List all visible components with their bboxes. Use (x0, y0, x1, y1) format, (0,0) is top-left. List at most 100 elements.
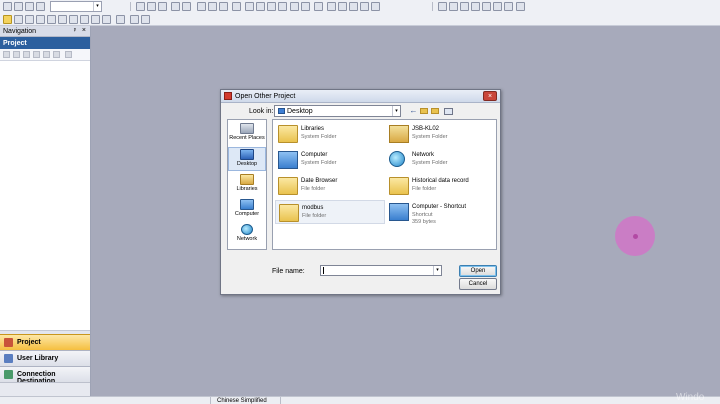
chevron-down-icon: ▾ (392, 106, 400, 116)
new-icon[interactable] (3, 2, 12, 11)
project-section-header: Project (0, 37, 90, 49)
tool-icon-12[interactable] (327, 2, 336, 11)
project-tree[interactable] (0, 61, 90, 331)
main-toolbar: ▾ (0, 0, 720, 26)
cancel-button[interactable]: Cancel (459, 278, 497, 290)
undo-icon[interactable] (171, 2, 180, 11)
navigation-title: Navigation (3, 28, 37, 35)
save-icon[interactable] (25, 2, 34, 11)
place-computer[interactable]: Computer (228, 198, 266, 222)
tool-icon-13[interactable] (338, 2, 347, 11)
view-icon-7[interactable] (69, 15, 78, 24)
nav-tool-icon-3[interactable] (23, 51, 30, 58)
network-icon (241, 224, 253, 235)
tool-icon-5[interactable] (245, 2, 254, 11)
recent-places-icon (240, 123, 254, 134)
place-network[interactable]: Network (228, 223, 266, 247)
list-item[interactable]: Computer - Shortcut Shortcut 359 bytes (386, 200, 496, 226)
tool-icon-10[interactable] (301, 2, 310, 11)
tool-icon-15[interactable] (360, 2, 369, 11)
align-icon-1[interactable] (438, 2, 447, 11)
pin-icon[interactable]: ᵖ (74, 28, 76, 34)
tool-icon-9[interactable] (290, 2, 299, 11)
tool-icon-8[interactable] (278, 2, 287, 11)
list-item[interactable]: Date Browser File folder (275, 174, 385, 198)
dialog-titlebar[interactable]: Open Other Project × (221, 90, 500, 103)
align-icon-8[interactable] (516, 2, 525, 11)
place-libraries[interactable]: Libraries (228, 173, 266, 197)
project-tools (0, 49, 90, 61)
up-folder-icon[interactable] (420, 108, 428, 114)
nav-tab-project[interactable]: Project (0, 334, 90, 350)
project-icon (4, 338, 13, 347)
look-in-dropdown[interactable]: Desktop ▾ (274, 105, 401, 117)
view-icon-9[interactable] (91, 15, 100, 24)
status-bar: Chinese Simplified (0, 396, 720, 404)
file-list[interactable]: Libraries System Folder JSB-KL02 System … (272, 119, 497, 250)
tool-icon-6[interactable] (256, 2, 265, 11)
view-icon-10[interactable] (102, 15, 111, 24)
clock-icon[interactable] (116, 15, 125, 24)
view-icon-8[interactable] (80, 15, 89, 24)
align-icon-2[interactable] (449, 2, 458, 11)
place-recent-places[interactable]: Recent Places (228, 122, 266, 146)
nav-tab-overflow[interactable] (0, 382, 90, 396)
binoculars-icon[interactable] (130, 15, 139, 24)
tool-icon-16[interactable] (371, 2, 380, 11)
tool-icon-11[interactable] (314, 2, 323, 11)
view-icon-13[interactable] (141, 15, 150, 24)
tool-icon-2[interactable] (208, 2, 217, 11)
navigation-panel: Navigation ᵖ × Project Project User Libr… (0, 26, 91, 396)
tool-icon-7[interactable] (267, 2, 276, 11)
chevron-down-icon[interactable]: ▾ (433, 266, 441, 275)
watermark: Windo (676, 392, 705, 403)
view-icon-2[interactable] (14, 15, 23, 24)
view-icon-4[interactable] (36, 15, 45, 24)
list-item[interactable]: Network System Folder (386, 148, 496, 172)
tool-icon-3[interactable] (219, 2, 228, 11)
cut-icon[interactable] (136, 2, 145, 11)
project-view-icon[interactable] (3, 15, 12, 24)
view-menu-icon[interactable] (444, 108, 453, 115)
list-item[interactable]: Historical data record File folder (386, 174, 496, 198)
nav-tool-icon-7[interactable] (65, 51, 72, 58)
open-other-project-dialog: Open Other Project × Look in: Desktop ▾ … (220, 89, 501, 295)
list-item[interactable]: modbus File folder (275, 200, 385, 224)
new-folder-icon[interactable] (431, 108, 439, 114)
nav-tool-icon-6[interactable] (53, 51, 60, 58)
nav-tab-user-library[interactable]: User Library (0, 350, 90, 366)
align-icon-3[interactable] (460, 2, 469, 11)
view-icon-3[interactable] (25, 15, 34, 24)
align-icon-4[interactable] (471, 2, 480, 11)
align-icon-5[interactable] (482, 2, 491, 11)
paste-icon[interactable] (158, 2, 167, 11)
nav-tab-connection-destination[interactable]: Connection Destination (0, 366, 90, 385)
list-item[interactable]: JSB-KL02 System Folder (386, 122, 496, 146)
list-item[interactable]: Computer System Folder (275, 148, 385, 172)
tool-icon-4[interactable] (232, 2, 241, 11)
tool-icon-1[interactable] (197, 2, 206, 11)
open-icon[interactable] (14, 2, 23, 11)
nav-tool-icon-5[interactable] (43, 51, 50, 58)
nav-tool-icon-4[interactable] (33, 51, 40, 58)
open-button[interactable]: Open (459, 265, 497, 277)
help-icon[interactable] (36, 2, 45, 11)
dialog-close-button[interactable]: × (483, 91, 497, 101)
place-desktop[interactable]: Desktop (228, 147, 266, 171)
computer-icon (240, 199, 254, 210)
view-icon-6[interactable] (58, 15, 67, 24)
nav-tool-icon-2[interactable] (13, 51, 20, 58)
redo-icon[interactable] (182, 2, 191, 11)
toolbar-combo[interactable]: ▾ (50, 1, 102, 12)
view-icon-5[interactable] (47, 15, 56, 24)
close-icon[interactable]: × (82, 27, 86, 34)
tool-icon-14[interactable] (349, 2, 358, 11)
align-icon-7[interactable] (504, 2, 513, 11)
align-icon-6[interactable] (493, 2, 502, 11)
nav-tool-icon-1[interactable] (3, 51, 10, 58)
places-bar: Recent Places Desktop Libraries Computer… (227, 119, 267, 250)
copy-icon[interactable] (147, 2, 156, 11)
back-icon[interactable]: ← (409, 106, 418, 115)
list-item[interactable]: Libraries System Folder (275, 122, 385, 146)
file-name-input[interactable]: ▾ (320, 265, 442, 276)
